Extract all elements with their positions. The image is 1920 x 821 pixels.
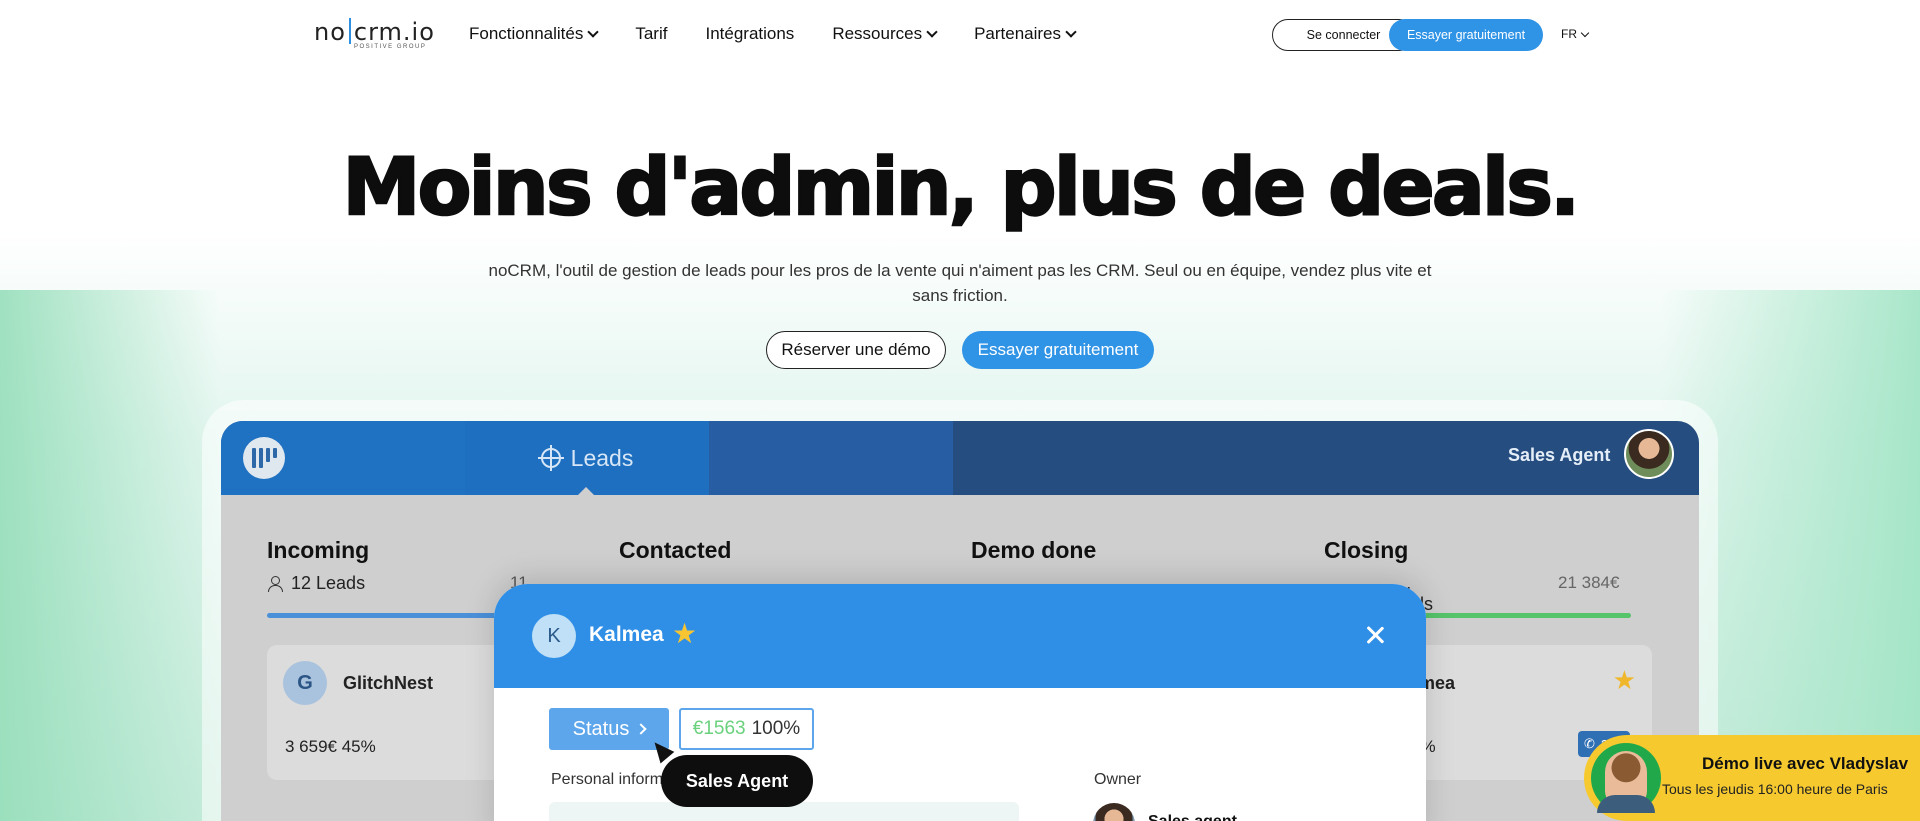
amount-field[interactable]: €1563 100% bbox=[679, 708, 814, 750]
pipeline-column-contacted: Contacted bbox=[619, 537, 732, 563]
owner-label: Owner bbox=[1094, 771, 1142, 788]
star-icon[interactable]: ★ bbox=[672, 617, 697, 650]
hero-title: Moins d'admin, plus de deals. bbox=[341, 142, 1581, 235]
crosshair-icon bbox=[537, 445, 564, 471]
active-tab-pointer bbox=[578, 487, 594, 495]
logo-subtitle: POSITIVE GROUP bbox=[354, 44, 427, 50]
app-topbar: Leads Sales Agent bbox=[221, 421, 1699, 495]
pipeline-column-closing: Closing …eads 21 384€ bbox=[1324, 537, 1620, 614]
language-selector[interactable]: FR bbox=[1561, 27, 1590, 41]
main-menu: Fonctionnalités Tarif Intégrations Resso… bbox=[469, 24, 1077, 44]
chevron-down-icon bbox=[926, 25, 938, 38]
nav-fonctionnalites[interactable]: Fonctionnalités bbox=[469, 24, 600, 44]
chevron-right-icon bbox=[635, 723, 648, 735]
nav-tarif[interactable]: Tarif bbox=[635, 24, 667, 44]
user-role-label: Sales Agent bbox=[1508, 445, 1611, 465]
tab-leads[interactable]: Leads bbox=[465, 421, 709, 495]
try-free-hero-button[interactable]: Essayer gratuitement bbox=[962, 331, 1154, 369]
personal-info-label: Personal inform bbox=[551, 771, 664, 788]
book-demo-button[interactable]: Réserver une démo bbox=[766, 331, 946, 369]
owner-name: Sales agent bbox=[1148, 813, 1237, 821]
lead-name: GlitchNest bbox=[343, 673, 434, 693]
lead-value: 3 659€ 45% bbox=[285, 737, 376, 756]
person-icon bbox=[267, 575, 283, 592]
nav-partenaires[interactable]: Partenaires bbox=[974, 24, 1077, 44]
sales-agent-tooltip: Sales Agent bbox=[661, 755, 813, 807]
chevron-down-icon bbox=[587, 25, 600, 38]
top-navigation: no crm.io POSITIVE GROUP Fonctionnalités … bbox=[0, 0, 1920, 70]
lead-avatar: G bbox=[283, 661, 327, 705]
presenter-avatar bbox=[1591, 743, 1661, 813]
demo-widget-title: Démo live avec Vladyslav bbox=[1702, 754, 1909, 773]
app-logo-icon bbox=[243, 437, 285, 479]
live-demo-widget[interactable]: Démo live avec Vladyslav Tous les jeudis… bbox=[1584, 735, 1920, 821]
demo-widget-subtitle: Tous les jeudis 16:00 heure de Paris bbox=[1662, 781, 1888, 797]
chevron-down-icon bbox=[1065, 25, 1077, 38]
close-icon[interactable] bbox=[1364, 624, 1386, 646]
column-progress-bar bbox=[267, 613, 527, 618]
nav-ressources[interactable]: Ressources bbox=[832, 24, 938, 44]
hero-subtitle: noCRM, l'outil de gestion de leads pour … bbox=[488, 261, 1432, 305]
user-avatar[interactable] bbox=[1624, 429, 1674, 479]
nocrm-logo[interactable]: no crm.io POSITIVE GROUP bbox=[314, 18, 435, 50]
lead-avatar: K bbox=[532, 614, 576, 658]
pipeline-column-incoming: Incoming 12 Leads 11 bbox=[267, 537, 528, 593]
chevron-down-icon bbox=[1580, 28, 1590, 37]
modal-header: K Kalmea ★ bbox=[494, 584, 1426, 688]
owner-avatar bbox=[1093, 803, 1135, 821]
nav-integrations[interactable]: Intégrations bbox=[705, 24, 794, 44]
try-free-nav-button[interactable]: Essayer gratuitement bbox=[1389, 19, 1543, 51]
lead-detail-modal: K Kalmea ★ Status €1563 100% Personal inf… bbox=[494, 584, 1426, 821]
lead-name: Kalmea bbox=[589, 623, 664, 646]
star-icon: ★ bbox=[1612, 665, 1636, 695]
pipeline-column-demo-done: Demo done bbox=[971, 537, 1097, 563]
